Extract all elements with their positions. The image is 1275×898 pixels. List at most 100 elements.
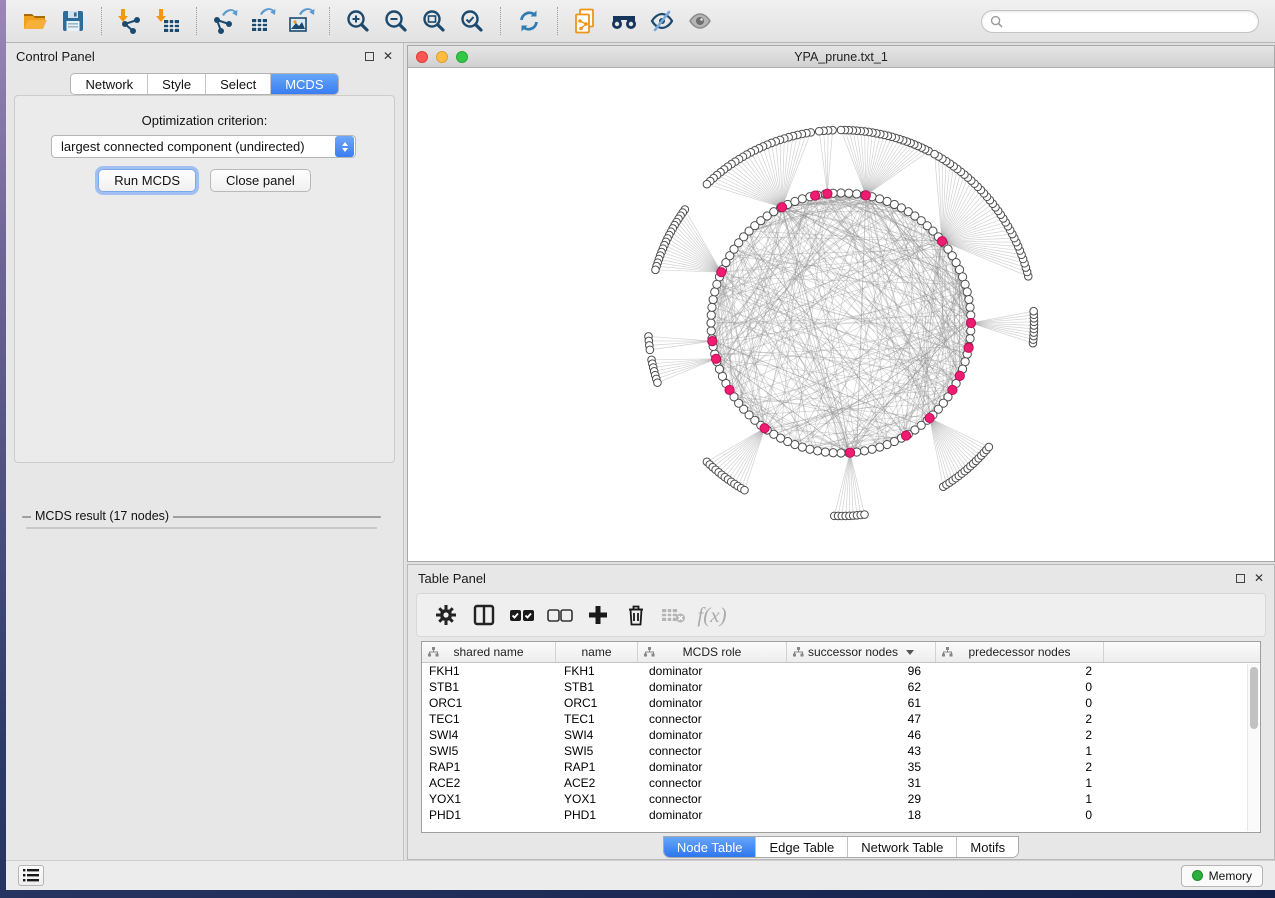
table-row[interactable]: STB1STB1dominator620: [422, 679, 1260, 695]
table-cell: dominator: [638, 808, 787, 822]
memory-button[interactable]: Memory: [1181, 865, 1263, 887]
table-cell: 1: [936, 776, 1104, 790]
tab-edge-table[interactable]: Edge Table: [756, 837, 848, 857]
save-session-icon[interactable]: [56, 4, 90, 38]
search-icon: [990, 15, 1003, 28]
sort-descending-icon: [906, 650, 914, 655]
mcds-tab-content: Optimization criterion: largest connecte…: [14, 95, 395, 463]
table-cell: 18: [787, 808, 936, 822]
memory-status-icon: [1192, 870, 1203, 881]
right-workspace: YPA_prune.txt_1 Table Panel ✕: [405, 43, 1275, 860]
search-network-icon[interactable]: [607, 4, 641, 38]
zoom-out-icon[interactable]: [379, 4, 413, 38]
table-cell: dominator: [638, 760, 787, 774]
tab-node-table[interactable]: Node Table: [664, 837, 757, 857]
table-options-gear-icon[interactable]: [427, 598, 465, 632]
table-row[interactable]: RAP1RAP1dominator352: [422, 759, 1260, 775]
table-cell: 2: [936, 728, 1104, 742]
hide-selected-icon[interactable]: [645, 4, 679, 38]
table-row[interactable]: PHD1PHD1dominator180: [422, 807, 1260, 823]
close-panel-icon[interactable]: ✕: [383, 50, 393, 62]
refresh-layout-icon[interactable]: [512, 4, 546, 38]
cytoscape-window: Control Panel ✕ Network Style Select MCD…: [6, 0, 1275, 890]
float-panel-icon[interactable]: [365, 52, 374, 61]
table-cell: 31: [787, 776, 936, 790]
show-all-icon[interactable]: [683, 4, 717, 38]
table-row[interactable]: TEC1TEC1connector472: [422, 711, 1260, 727]
column-header-predecessor-nodes[interactable]: predecessor nodes: [936, 642, 1104, 662]
global-search-field[interactable]: [981, 10, 1259, 33]
delete-column-trash-icon[interactable]: [617, 598, 655, 632]
float-table-panel-icon[interactable]: [1236, 574, 1245, 583]
task-history-button[interactable]: [18, 865, 44, 886]
export-network-icon[interactable]: [208, 4, 242, 38]
table-cell: SWI4: [422, 728, 556, 742]
toolbar-separator: [500, 7, 501, 35]
tab-style[interactable]: Style: [148, 74, 206, 94]
import-network-icon[interactable]: [113, 4, 147, 38]
attribute-icon: [644, 647, 655, 657]
table-cell: connector: [638, 712, 787, 726]
table-row[interactable]: FKH1FKH1dominator962: [422, 663, 1260, 679]
table-scrollbar[interactable]: [1247, 664, 1259, 831]
select-all-rows-icon[interactable]: [503, 598, 541, 632]
delete-table-icon-disabled: [655, 598, 693, 632]
table-cell: 46: [787, 728, 936, 742]
optimization-criterion-select[interactable]: largest connected component (undirected): [51, 135, 356, 158]
table-toolbar: f(x): [416, 593, 1266, 637]
control-panel: Control Panel ✕ Network Style Select MCD…: [6, 43, 404, 860]
search-input[interactable]: [1008, 14, 1250, 28]
table-row[interactable]: SWI5SWI5connector431: [422, 743, 1260, 759]
open-file-icon[interactable]: [18, 4, 52, 38]
mcds-result-list[interactable]: PHD1CAR1STP4TID3YOX1SWI4SRD1PMA2FKH1ACE2…: [26, 527, 377, 529]
table-cell: ACE2: [422, 776, 556, 790]
export-table-icon[interactable]: [246, 4, 280, 38]
table-row[interactable]: SWI4SWI4dominator462: [422, 727, 1260, 743]
deselect-all-rows-icon[interactable]: [541, 598, 579, 632]
column-header-filler: [1104, 642, 1260, 662]
tab-network[interactable]: Network: [71, 74, 148, 94]
tab-select[interactable]: Select: [206, 74, 271, 94]
zoom-fit-icon[interactable]: [417, 4, 451, 38]
dropdown-stepper-icon: [335, 136, 354, 157]
table-cell: FKH1: [556, 664, 638, 678]
table-cell: TEC1: [422, 712, 556, 726]
close-panel-button[interactable]: Close panel: [210, 169, 311, 192]
table-row[interactable]: ACE2ACE2connector311: [422, 775, 1260, 791]
network-window-titlebar: YPA_prune.txt_1: [408, 46, 1274, 68]
zoom-selected-icon[interactable]: [455, 4, 489, 38]
tab-motifs[interactable]: Motifs: [957, 837, 1018, 857]
export-image-icon[interactable]: [284, 4, 318, 38]
table-cell: 2: [936, 712, 1104, 726]
show-column-selector-icon[interactable]: [465, 598, 503, 632]
table-cell: connector: [638, 792, 787, 806]
node-table-header: shared name name MCDS role successor nod…: [422, 642, 1260, 663]
tab-mcds[interactable]: MCDS: [271, 74, 337, 94]
table-cell: dominator: [638, 680, 787, 694]
new-network-from-selection-icon[interactable]: [569, 4, 603, 38]
attribute-icon: [428, 647, 439, 657]
run-mcds-button[interactable]: Run MCDS: [98, 169, 196, 192]
network-canvas[interactable]: [408, 68, 1274, 561]
column-header-successor-nodes[interactable]: successor nodes: [787, 642, 936, 662]
column-header-shared-name[interactable]: shared name: [422, 642, 556, 662]
column-header-name[interactable]: name: [556, 642, 638, 662]
table-cell: ORC1: [422, 696, 556, 710]
tab-network-table[interactable]: Network Table: [848, 837, 957, 857]
node-table: shared name name MCDS role successor nod…: [421, 641, 1261, 833]
table-cell: 1: [936, 744, 1104, 758]
table-row[interactable]: ORC1ORC1dominator610: [422, 695, 1260, 711]
network-graph: [408, 68, 1274, 561]
table-scrollbar-thumb[interactable]: [1250, 667, 1258, 729]
close-table-panel-icon[interactable]: ✕: [1254, 572, 1264, 584]
import-table-icon[interactable]: [151, 4, 185, 38]
table-cell: 2: [936, 664, 1104, 678]
node-table-body: FKH1FKH1dominator962STB1STB1dominator620…: [422, 663, 1260, 823]
table-row[interactable]: YOX1YOX1connector291: [422, 791, 1260, 807]
table-cell: 61: [787, 696, 936, 710]
zoom-in-icon[interactable]: [341, 4, 375, 38]
column-header-mcds-role[interactable]: MCDS role: [638, 642, 787, 662]
attribute-icon: [942, 647, 953, 657]
attribute-icon: [793, 647, 804, 657]
add-column-icon[interactable]: [579, 598, 617, 632]
